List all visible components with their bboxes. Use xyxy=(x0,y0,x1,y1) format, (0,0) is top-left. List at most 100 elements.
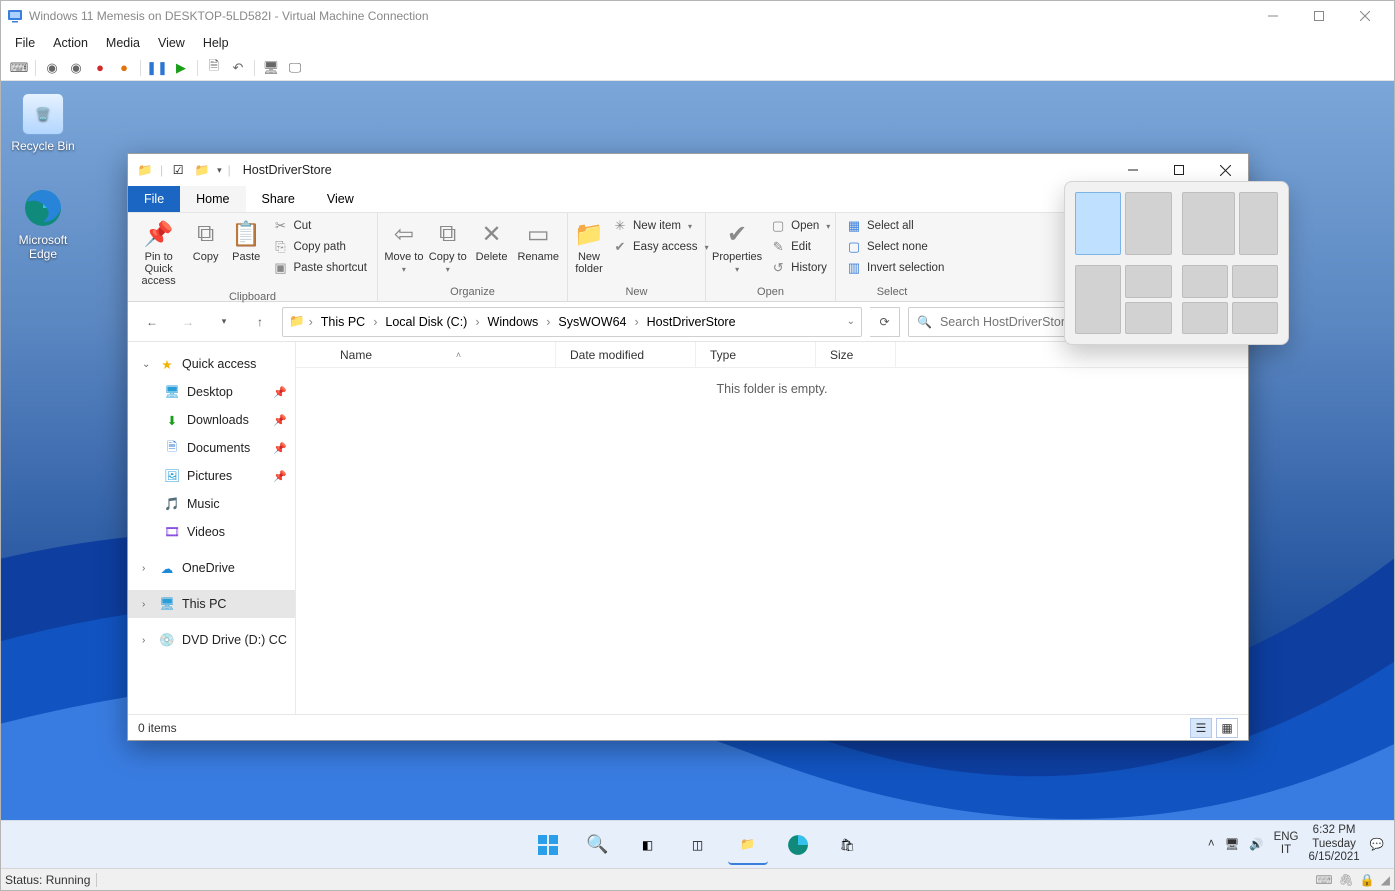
shortcut-icon: ▣ xyxy=(272,260,288,276)
col-size[interactable]: Size xyxy=(816,342,896,367)
vm-maximize-button[interactable] xyxy=(1296,1,1342,31)
resume-icon[interactable]: ▶ xyxy=(171,58,191,78)
ctrl-alt-del-icon[interactable]: ⌨ xyxy=(9,58,29,78)
paste-shortcut-button[interactable]: ▣Paste shortcut xyxy=(268,259,371,277)
file-pane: Name˄ Date modified Type Size This folde… xyxy=(296,342,1248,714)
pin-icon: 📌 xyxy=(273,386,287,399)
tab-home[interactable]: Home xyxy=(180,186,245,212)
chevron-down-icon[interactable]: ⌄ xyxy=(847,316,855,327)
desktop-icon-edge[interactable]: Microsoft Edge xyxy=(5,187,81,261)
tab-share[interactable]: Share xyxy=(246,186,311,212)
tab-view[interactable]: View xyxy=(311,186,370,212)
nav-documents[interactable]: 🗎Documents📌 xyxy=(128,434,295,462)
rename-button[interactable]: ▭Rename xyxy=(515,217,561,263)
crumb-syswow[interactable]: SysWOW64 xyxy=(554,315,630,329)
folder-icon[interactable]: 📁 xyxy=(193,161,211,179)
crumb-this-pc[interactable]: This PC xyxy=(317,315,369,329)
vm-minimize-button[interactable] xyxy=(1250,1,1296,31)
save-state-icon[interactable]: ● xyxy=(114,58,134,78)
nav-forward-button[interactable]: → xyxy=(174,308,202,336)
new-item-button[interactable]: ✳New item▾ xyxy=(608,217,713,235)
folder-icon: 📁 xyxy=(740,837,755,851)
pin-quick-access-button[interactable]: 📌Pin to Quick access xyxy=(134,217,183,287)
taskbar-edge-button[interactable] xyxy=(778,825,818,865)
delete-button[interactable]: ✕Delete xyxy=(472,217,512,263)
taskview-button[interactable]: ◧ xyxy=(628,825,668,865)
properties-button[interactable]: ✔Properties▾ xyxy=(712,217,762,274)
snap-option-2col[interactable] xyxy=(1075,192,1172,255)
invert-selection-button[interactable]: ▥Invert selection xyxy=(842,259,948,277)
refresh-button[interactable]: ⟳ xyxy=(870,307,900,337)
col-name[interactable]: Name˄ xyxy=(326,342,556,367)
system-clock[interactable]: 6:32 PMTuesday6/15/2021 xyxy=(1309,824,1360,865)
copy-path-button[interactable]: ⎘Copy path xyxy=(268,238,371,256)
start-button[interactable] xyxy=(528,825,568,865)
enhanced-session-icon[interactable]: 🖥 xyxy=(261,58,281,78)
search-button[interactable]: 🔍 xyxy=(578,825,618,865)
tab-file[interactable]: File xyxy=(128,186,180,212)
nav-pictures[interactable]: 🖼Pictures📌 xyxy=(128,462,295,490)
crumb-c[interactable]: Local Disk (C:) xyxy=(381,315,471,329)
nav-up-button[interactable]: ↑ xyxy=(246,308,274,336)
nav-quick-access[interactable]: ⌄★Quick access xyxy=(128,350,295,378)
shutdown-icon[interactable]: ● xyxy=(90,58,110,78)
notifications-icon[interactable]: 💬 xyxy=(1370,837,1384,851)
crumb-windows[interactable]: Windows xyxy=(484,315,543,329)
vm-menu-help[interactable]: Help xyxy=(203,36,229,50)
nav-dvd[interactable]: ›💿DVD Drive (D:) CC xyxy=(128,626,295,654)
nav-onedrive[interactable]: ›☁OneDrive xyxy=(128,554,295,582)
icons-view-button[interactable]: ▦ xyxy=(1216,718,1238,738)
desktop-icon-recycle-bin[interactable]: 🗑️ Recycle Bin xyxy=(5,93,81,153)
folder-icon: 📁 xyxy=(289,314,305,329)
cut-button[interactable]: ✂Cut xyxy=(268,217,371,235)
nav-this-pc[interactable]: ›🖥This PC xyxy=(128,590,295,618)
snap-option-2col-wide[interactable] xyxy=(1182,192,1279,255)
open-button[interactable]: ▢Open▾ xyxy=(766,217,834,235)
edit-button[interactable]: ✎Edit xyxy=(766,238,834,256)
nav-videos[interactable]: 🎞Videos xyxy=(128,518,295,546)
start-icon[interactable]: ◉ xyxy=(42,58,62,78)
crumb-host[interactable]: HostDriverStore xyxy=(643,315,740,329)
vm-close-button[interactable] xyxy=(1342,1,1388,31)
language-indicator[interactable]: ENGIT xyxy=(1274,831,1299,857)
copy-to-button[interactable]: ⧉Copy to▾ xyxy=(428,217,468,274)
nav-desktop[interactable]: 🖥Desktop📌 xyxy=(128,378,295,406)
history-button[interactable]: ↺History xyxy=(766,259,834,277)
select-all-button[interactable]: ▦Select all xyxy=(842,217,948,235)
vm-menu-action[interactable]: Action xyxy=(53,36,88,50)
select-none-button[interactable]: ▢Select none xyxy=(842,238,948,256)
nav-back-button[interactable]: ← xyxy=(138,308,166,336)
new-folder-button[interactable]: 📁New folder xyxy=(574,217,604,275)
tray-chevron-icon[interactable]: ˄ xyxy=(1208,838,1215,850)
breadcrumb[interactable]: 📁 › This PC› Local Disk (C:)› Windows› S… xyxy=(282,307,862,337)
details-view-button[interactable]: ☰ xyxy=(1190,718,1212,738)
taskbar-explorer-button[interactable]: 📁 xyxy=(728,825,768,865)
copy-button[interactable]: ⧉Copy xyxy=(187,217,224,263)
easy-access-button[interactable]: ✔Easy access▾ xyxy=(608,238,713,256)
vm-menu-view[interactable]: View xyxy=(158,36,185,50)
stop-icon[interactable]: ◉ xyxy=(66,58,86,78)
guest-desktop: 🗑️ Recycle Bin Microsoft Edge 📁 | ☑ 📁 ▾ … xyxy=(1,81,1394,868)
vm-window-title: Windows 11 Memesis on DESKTOP-5LD582I - … xyxy=(29,9,1250,23)
tray-volume-icon[interactable]: 🔊 xyxy=(1249,837,1263,851)
snap-option-3[interactable] xyxy=(1075,265,1172,334)
taskbar-store-button[interactable]: 🛍 xyxy=(828,825,868,865)
tray-display-icon[interactable]: 🖥 xyxy=(1225,837,1240,851)
col-date[interactable]: Date modified xyxy=(556,342,696,367)
share-icon[interactable]: 🖵 xyxy=(285,58,305,78)
revert-icon[interactable]: ↶ xyxy=(228,58,248,78)
nav-history-button[interactable]: ▾ xyxy=(210,308,238,336)
paste-button[interactable]: 📋Paste xyxy=(228,217,265,263)
checkpoint-icon[interactable]: 🗎 xyxy=(204,58,224,78)
pause-icon[interactable]: ❚❚ xyxy=(147,58,167,78)
checkbox-icon[interactable]: ☑ xyxy=(169,161,187,179)
move-to-button[interactable]: ⇦Move to▾ xyxy=(384,217,424,274)
widgets-button[interactable]: ◫ xyxy=(678,825,718,865)
vm-menu-media[interactable]: Media xyxy=(106,36,140,50)
snap-option-4[interactable] xyxy=(1182,265,1279,334)
col-type[interactable]: Type xyxy=(696,342,816,367)
resize-grip-icon[interactable]: ◢ xyxy=(1381,873,1390,887)
nav-downloads[interactable]: ⬇Downloads📌 xyxy=(128,406,295,434)
nav-music[interactable]: 🎵Music xyxy=(128,490,295,518)
vm-menu-file[interactable]: File xyxy=(15,36,35,50)
